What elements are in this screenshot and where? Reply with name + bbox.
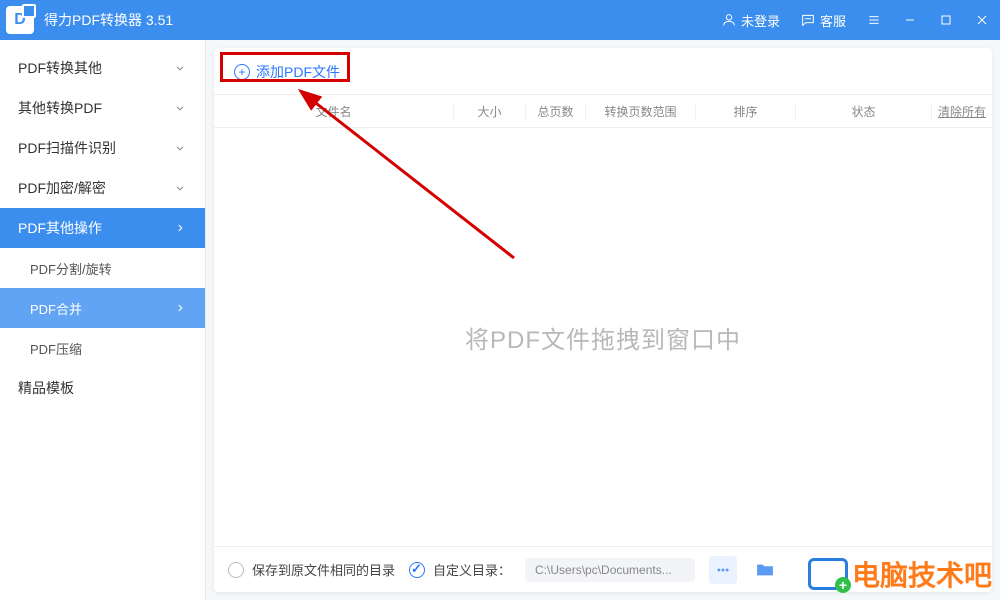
- radio-unchecked-icon: [228, 562, 244, 578]
- toolbar: + 添加PDF文件: [214, 48, 992, 94]
- nav-sub-label: PDF分割/旋转: [30, 259, 112, 278]
- dropzone[interactable]: 将PDF文件拖拽到窗口中: [214, 128, 992, 546]
- nav-sub-label: PDF压缩: [30, 339, 82, 358]
- path-options-button[interactable]: [709, 556, 737, 584]
- table-header: 文件名 大小 总页数 转换页数范围 排序 状态 清除所有: [214, 94, 992, 128]
- titlebar: D 得力PDF转换器 3.51 未登录 客服: [0, 0, 1000, 40]
- chevron-down-icon: [173, 181, 187, 195]
- dots-icon: [716, 563, 730, 577]
- th-pages: 总页数: [526, 103, 586, 120]
- th-status: 状态: [796, 103, 932, 120]
- th-order: 排序: [696, 103, 796, 120]
- nav-label: PDF转换其他: [18, 58, 102, 78]
- nav-templates[interactable]: 精品模板: [0, 368, 205, 408]
- chevron-down-icon: [173, 61, 187, 75]
- chevron-down-icon: [173, 101, 187, 115]
- footer-bar: 保存到原文件相同的目录 自定义目录： C:\Users\pc\Documents…: [214, 546, 992, 592]
- minimize-icon: [902, 12, 918, 28]
- app-logo: D: [6, 6, 34, 34]
- nav-pdf-to-other[interactable]: PDF转换其他: [0, 48, 205, 88]
- custom-dir-label: 自定义目录：: [433, 560, 511, 579]
- nav-label: PDF加密/解密: [18, 178, 106, 198]
- user-icon: [721, 12, 737, 28]
- plus-icon: +: [234, 64, 250, 80]
- th-size: 大小: [454, 103, 526, 120]
- login-button[interactable]: 未登录: [711, 0, 790, 40]
- support-button[interactable]: 客服: [790, 0, 856, 40]
- clear-all-button[interactable]: 清除所有: [932, 103, 992, 120]
- sidebar: PDF转换其他 其他转换PDF PDF扫描件识别 PDF加密/解密 PDF其他操…: [0, 40, 206, 600]
- nav-sub-merge[interactable]: PDF合并: [0, 288, 205, 328]
- add-pdf-button[interactable]: + 添加PDF文件: [226, 58, 348, 86]
- nav-label: 其他转换PDF: [18, 98, 102, 118]
- th-filename: 文件名: [214, 103, 454, 120]
- save-custom-dir-option[interactable]: 自定义目录：: [409, 560, 511, 579]
- radio-checked-icon: [409, 562, 425, 578]
- chevron-right-icon: [173, 221, 187, 235]
- nav-sub-split[interactable]: PDF分割/旋转: [0, 248, 205, 288]
- nav-sub-label: PDF合并: [30, 299, 82, 318]
- arrow-right-icon: [173, 301, 187, 315]
- nav-other-to-pdf[interactable]: 其他转换PDF: [0, 88, 205, 128]
- support-label: 客服: [820, 11, 846, 30]
- output-path: C:\Users\pc\Documents...: [525, 558, 695, 582]
- content-panel: + 添加PDF文件 文件名 大小 总页数 转换页数范围 排序 状态 清除所有 将…: [214, 48, 992, 592]
- nav-other-ops[interactable]: PDF其他操作: [0, 208, 205, 248]
- login-label: 未登录: [741, 11, 780, 30]
- app-window: D 得力PDF转换器 3.51 未登录 客服 PDF转换其他: [0, 0, 1000, 600]
- maximize-button[interactable]: [928, 0, 964, 40]
- close-button[interactable]: [964, 0, 1000, 40]
- chat-icon: [800, 12, 816, 28]
- folder-icon: [755, 560, 775, 580]
- menu-button[interactable]: [856, 0, 892, 40]
- close-icon: [974, 12, 990, 28]
- save-same-dir-option[interactable]: 保存到原文件相同的目录: [228, 560, 395, 579]
- menu-icon: [866, 12, 882, 28]
- maximize-icon: [938, 12, 954, 28]
- add-pdf-label: 添加PDF文件: [256, 62, 340, 82]
- nav-encrypt[interactable]: PDF加密/解密: [0, 168, 205, 208]
- nav-label: 精品模板: [18, 378, 74, 398]
- main-area: + 添加PDF文件 文件名 大小 总页数 转换页数范围 排序 状态 清除所有 将…: [206, 40, 1000, 600]
- minimize-button[interactable]: [892, 0, 928, 40]
- browse-folder-button[interactable]: [751, 556, 779, 584]
- nav-ocr[interactable]: PDF扫描件识别: [0, 128, 205, 168]
- dropzone-text: 将PDF文件拖拽到窗口中: [465, 320, 741, 355]
- nav-sub-compress[interactable]: PDF压缩: [0, 328, 205, 368]
- chevron-down-icon: [173, 141, 187, 155]
- nav-label: PDF扫描件识别: [18, 138, 116, 158]
- nav-label: PDF其他操作: [18, 218, 102, 238]
- th-range: 转换页数范围: [586, 103, 696, 120]
- app-title: 得力PDF转换器 3.51: [44, 10, 173, 30]
- same-dir-label: 保存到原文件相同的目录: [252, 560, 395, 579]
